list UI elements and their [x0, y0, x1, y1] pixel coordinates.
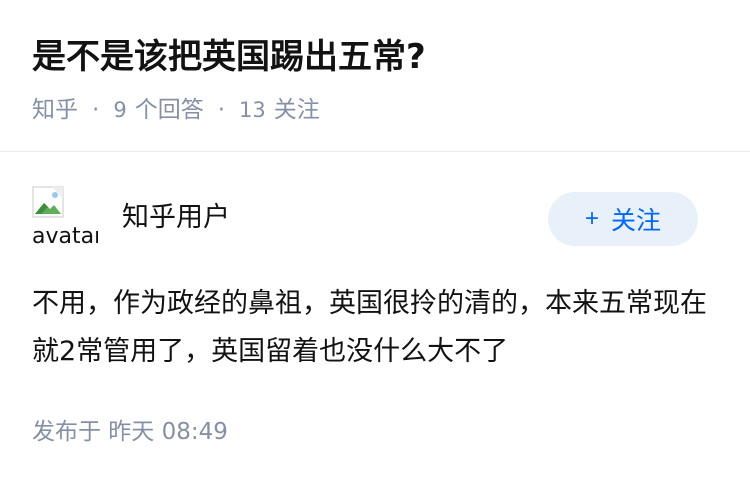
- question-header: 是不是该把英国踢出五常? 知乎 · 9 个回答 · 13 关注: [0, 0, 750, 151]
- avatar[interactable]: avatar: [32, 186, 98, 252]
- answer-content[interactable]: 不用，作为政经的鼻祖，英国很拎的清的，本来五常现在就2常管用了，英国留着也没什么…: [32, 280, 722, 376]
- meta-separator: ·: [217, 97, 225, 123]
- answer-count: 9: [113, 98, 127, 122]
- plus-icon: +: [584, 205, 599, 232]
- answer-card: avatar 知乎用户 + 关注 不用，作为政经的鼻祖，英国很拎的清的，本来五常…: [0, 152, 750, 482]
- follow-button-label: 关注: [611, 207, 662, 235]
- answer-count-label[interactable]: 个回答: [135, 90, 204, 130]
- follower-count-label: 关注: [273, 97, 320, 123]
- broken-image-icon: [32, 186, 64, 218]
- source-label[interactable]: 知乎: [32, 90, 78, 130]
- question-title[interactable]: 是不是该把英国踢出五常?: [32, 32, 426, 82]
- follow-button[interactable]: + 关注: [548, 192, 698, 246]
- question-meta: 知乎 · 9 个回答 · 13 关注: [32, 90, 320, 130]
- follower-count: 13: [239, 98, 266, 122]
- publish-time: 发布于 昨天 08:49: [32, 419, 228, 445]
- meta-separator: ·: [92, 97, 100, 123]
- author-name[interactable]: 知乎用户: [122, 198, 230, 238]
- avatar-alt-text: avatar: [32, 224, 98, 249]
